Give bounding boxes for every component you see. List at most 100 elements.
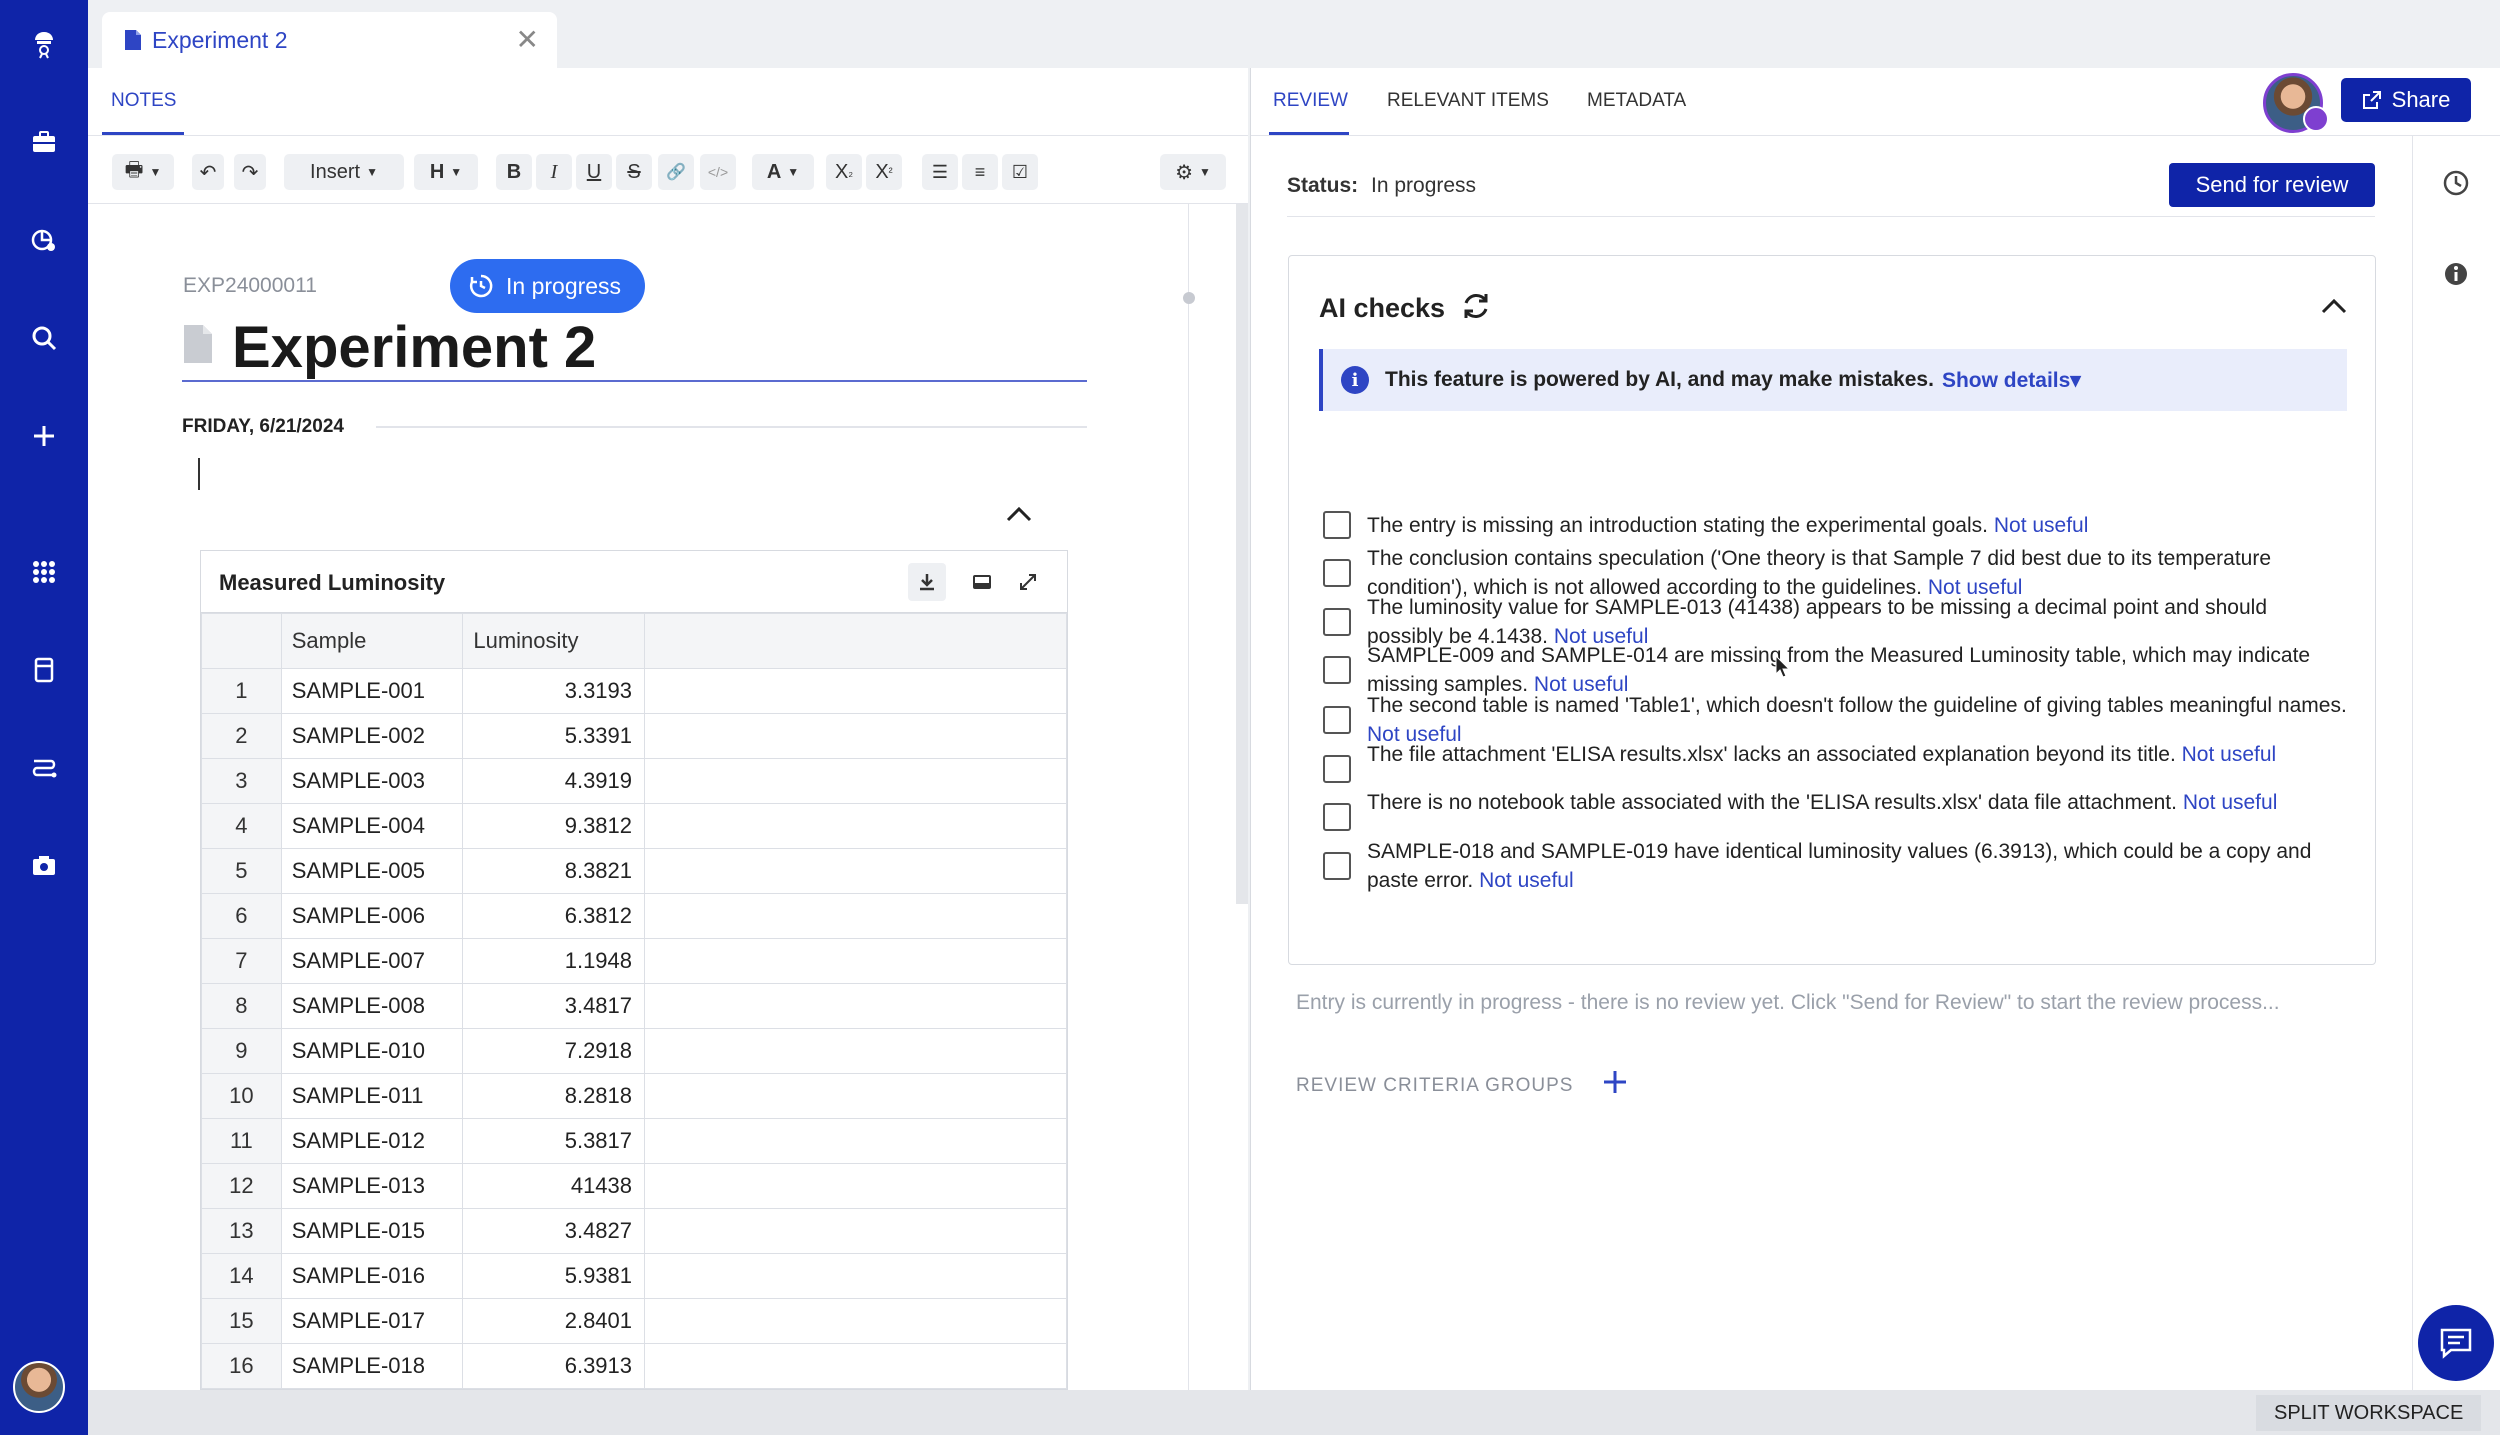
cell-empty[interactable] <box>644 938 1067 984</box>
checklist-icon[interactable]: ☑ <box>1002 154 1038 190</box>
camera-folder-icon[interactable] <box>22 844 66 888</box>
cell-empty[interactable] <box>644 893 1067 939</box>
cell-empty[interactable] <box>644 1298 1067 1344</box>
cell-sample[interactable]: SAMPLE-007 <box>280 938 464 984</box>
cell-luminosity[interactable]: 5.9381 <box>462 1253 646 1299</box>
cell-empty[interactable] <box>644 668 1067 714</box>
not-useful-link[interactable]: Not useful <box>1994 514 2089 537</box>
cell-luminosity[interactable]: 41438 <box>462 1163 646 1209</box>
chat-button[interactable] <box>2418 1305 2494 1381</box>
cell-empty[interactable] <box>644 848 1067 894</box>
cell-empty[interactable] <box>644 1073 1067 1119</box>
cell-luminosity[interactable]: 2.8401 <box>462 1298 646 1344</box>
cell-luminosity[interactable]: 5.3391 <box>462 713 646 759</box>
cell-sample[interactable]: SAMPLE-004 <box>280 803 464 849</box>
subscript-button[interactable]: X₂ <box>826 154 862 190</box>
cell-sample[interactable]: SAMPLE-002 <box>280 713 464 759</box>
page-title[interactable]: Experiment 2 <box>232 314 596 381</box>
cell-luminosity[interactable]: 3.4827 <box>462 1208 646 1254</box>
not-useful-link[interactable]: Not useful <box>2182 743 2277 766</box>
not-useful-link[interactable]: Not useful <box>1479 869 1574 892</box>
user-avatar-nav[interactable] <box>13 1361 65 1413</box>
cell-luminosity[interactable]: 8.2818 <box>462 1073 646 1119</box>
ai-check-checkbox[interactable] <box>1323 511 1351 539</box>
ai-check-checkbox[interactable] <box>1323 755 1351 783</box>
chevron-up-icon[interactable] <box>2319 294 2349 318</box>
analytics-icon[interactable] <box>22 218 66 262</box>
close-icon[interactable]: ✕ <box>516 26 539 54</box>
cell-luminosity[interactable]: 5.3817 <box>462 1118 646 1164</box>
cell-sample[interactable]: SAMPLE-011 <box>280 1073 464 1119</box>
cell-sample[interactable]: SAMPLE-018 <box>280 1343 464 1389</box>
cell-sample[interactable]: SAMPLE-016 <box>280 1253 464 1299</box>
ai-check-checkbox[interactable] <box>1323 656 1351 684</box>
cell-luminosity[interactable]: 6.3812 <box>462 893 646 939</box>
cell-empty[interactable] <box>644 713 1067 759</box>
cell-sample[interactable]: SAMPLE-008 <box>280 983 464 1029</box>
cell-sample[interactable]: SAMPLE-017 <box>280 1298 464 1344</box>
underline-button[interactable]: U <box>576 154 612 190</box>
briefcase-icon[interactable] <box>22 120 66 164</box>
download-icon[interactable] <box>908 563 946 601</box>
add-icon[interactable] <box>1599 1066 1631 1098</box>
cell-luminosity[interactable]: 4.3919 <box>462 758 646 804</box>
column-header-sample[interactable]: Sample <box>280 613 464 669</box>
cell-sample[interactable]: SAMPLE-006 <box>280 893 464 939</box>
cell-sample[interactable]: SAMPLE-010 <box>280 1028 464 1074</box>
bullet-list-icon[interactable]: ☰ <box>922 154 958 190</box>
print-button[interactable]: 🖶 ▼ <box>112 154 174 190</box>
cell-empty[interactable] <box>644 1163 1067 1209</box>
status-badge[interactable]: In progress <box>450 259 646 313</box>
send-for-review-button[interactable]: Send for review <box>2169 163 2375 207</box>
strikethrough-button[interactable]: S <box>616 154 652 190</box>
cell-luminosity[interactable]: 9.3812 <box>462 803 646 849</box>
ai-check-checkbox[interactable] <box>1323 852 1351 880</box>
bold-button[interactable]: B <box>496 154 532 190</box>
cell-luminosity[interactable]: 3.3193 <box>462 668 646 714</box>
history-clock-icon[interactable] <box>2438 165 2474 201</box>
superscript-button[interactable]: X² <box>866 154 902 190</box>
cell-luminosity[interactable]: 3.4817 <box>462 983 646 1029</box>
tab-relevant-items[interactable]: RELEVANT ITEMS <box>1387 90 1549 112</box>
heading-dropdown[interactable]: H ▼ <box>414 154 478 190</box>
app-logo-icon[interactable] <box>22 22 66 66</box>
add-icon[interactable] <box>22 414 66 458</box>
cell-sample[interactable]: SAMPLE-015 <box>280 1208 464 1254</box>
cell-empty[interactable] <box>644 1253 1067 1299</box>
chevron-up-icon[interactable] <box>1002 497 1036 531</box>
numbered-list-icon[interactable]: ≡ <box>962 154 998 190</box>
show-details-link[interactable]: Show details▾ <box>1942 368 2081 393</box>
column-header-luminosity[interactable]: Luminosity <box>462 613 646 669</box>
ai-check-checkbox[interactable] <box>1323 706 1351 734</box>
search-icon[interactable] <box>22 316 66 360</box>
cell-empty[interactable] <box>644 1118 1067 1164</box>
cell-luminosity[interactable]: 6.3913 <box>462 1343 646 1389</box>
code-icon[interactable]: </> <box>700 154 736 190</box>
cell-empty[interactable] <box>644 758 1067 804</box>
view-toggle-icon[interactable] <box>963 563 1001 601</box>
cell-sample[interactable]: SAMPLE-003 <box>280 758 464 804</box>
split-workspace-button[interactable]: SPLIT WORKSPACE <box>2256 1395 2482 1431</box>
cell-luminosity[interactable]: 1.1948 <box>462 938 646 984</box>
share-button[interactable]: Share <box>2341 78 2471 122</box>
cell-luminosity[interactable]: 8.3821 <box>462 848 646 894</box>
undo-button[interactable]: ↶ <box>192 154 224 190</box>
italic-button[interactable]: I <box>536 154 572 190</box>
tab-notes[interactable]: NOTES <box>111 90 176 112</box>
workflow-icon[interactable] <box>22 746 66 790</box>
info-icon[interactable] <box>2440 258 2472 290</box>
font-color-dropdown[interactable]: A ▼ <box>752 154 814 190</box>
ai-check-checkbox[interactable] <box>1323 608 1351 636</box>
cell-empty[interactable] <box>644 1343 1067 1389</box>
cell-sample[interactable]: SAMPLE-005 <box>280 848 464 894</box>
cell-empty[interactable] <box>644 983 1067 1029</box>
ai-check-checkbox[interactable] <box>1323 803 1351 831</box>
cell-sample[interactable]: SAMPLE-001 <box>280 668 464 714</box>
tab-metadata[interactable]: METADATA <box>1587 90 1686 112</box>
cell-luminosity[interactable]: 7.2918 <box>462 1028 646 1074</box>
tab-experiment[interactable]: Experiment 2 ✕ <box>102 12 557 68</box>
insert-dropdown[interactable]: Insert ▼ <box>284 154 404 190</box>
cell-empty[interactable] <box>644 1028 1067 1074</box>
refresh-icon[interactable] <box>1459 289 1493 323</box>
cell-sample[interactable]: SAMPLE-013 <box>280 1163 464 1209</box>
